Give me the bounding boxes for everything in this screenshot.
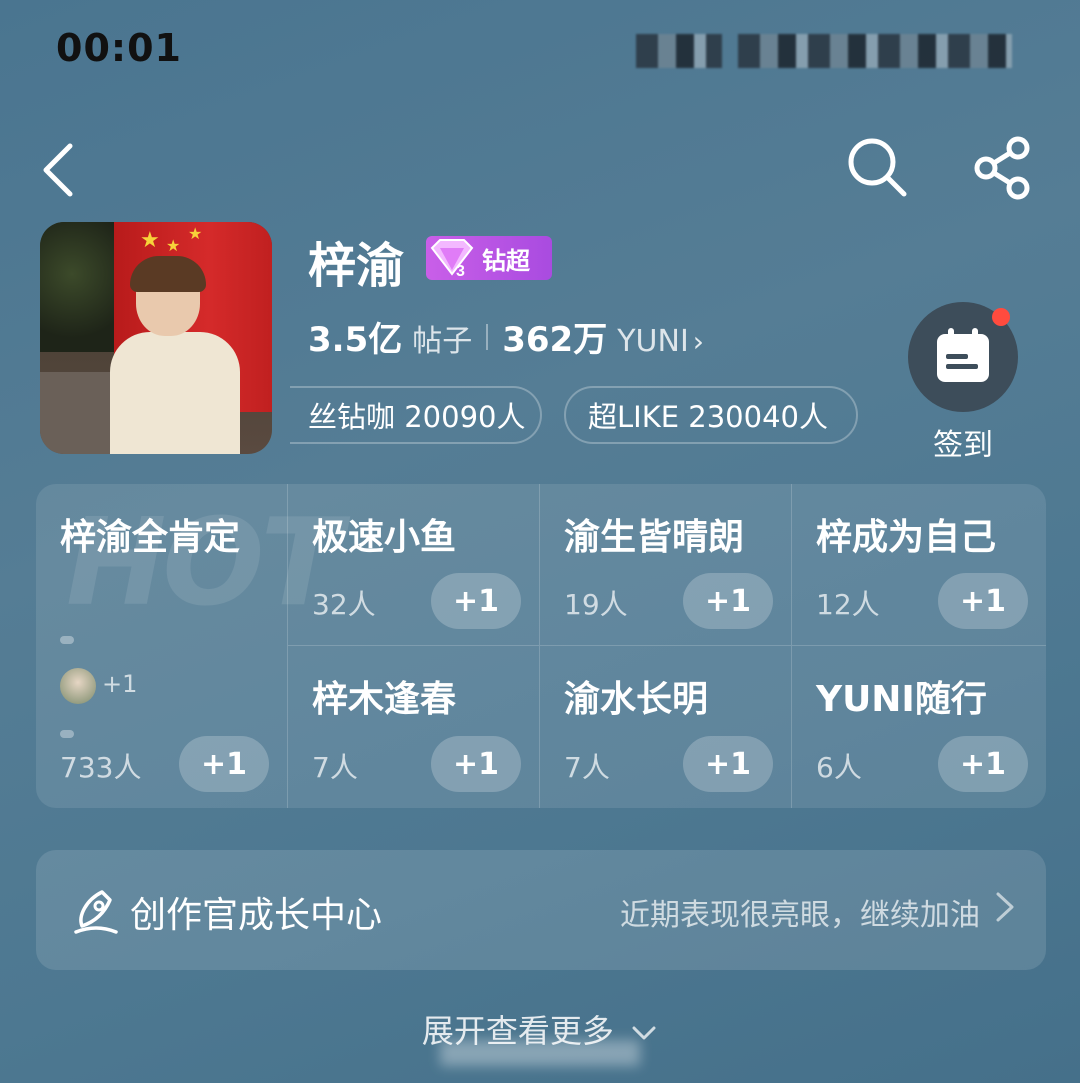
chevron-right-icon: › [692,325,704,358]
diamond-super-badge[interactable]: 3 钻超 [426,236,552,280]
tag-count: 6人 [816,751,862,784]
plus-one-button[interactable]: +1 [179,736,269,792]
fans-pill[interactable]: 丝钻咖 20090人 [290,386,542,444]
plus-one-button[interactable]: +1 [938,736,1028,792]
super-like-pill[interactable]: 超LIKE 230040人 [564,386,858,444]
diamond-icon: 3 [426,236,478,280]
posts-label: 帖子 [412,324,473,359]
posts-count: 3.5亿 [308,320,403,360]
back-arrow-icon [43,143,73,197]
mini-avatar-placeholder [60,636,74,644]
share-icon [974,136,1030,200]
tag-title: 梓成为自己 [816,517,997,558]
search-button[interactable] [844,134,910,200]
tag-card-featured[interactable]: 梓渝全肯定 +1 733人 +1 [36,484,288,808]
status-bar: 00:01 [0,0,1080,100]
tag-count: 733人 [60,751,142,784]
tag-count: 7人 [564,751,610,784]
tag-card[interactable]: 梓成为自己 12人 +1 [792,484,1046,646]
tag-title: 梓木逢春 [312,679,457,720]
tag-title: 渝生皆晴朗 [564,517,745,558]
tag-title: YUNI随行 [816,679,987,720]
status-time: 00:01 [56,26,182,70]
checkin-button[interactable] [908,302,1018,412]
growth-center-subtitle: 近期表现很亮眼，继续加油 [620,898,980,933]
star-icon: ★ [140,228,160,253]
avatar-tree [40,222,120,352]
tag-count: 32人 [312,588,376,621]
status-icons-blurred [738,34,1012,68]
tag-card[interactable]: 梓木逢春 7人 +1 [288,646,540,808]
stats-divider [486,323,489,350]
tag-card[interactable]: 渝水长明 7人 +1 [540,646,792,808]
community-name: 梓渝 [308,238,405,294]
back-button[interactable] [36,136,96,200]
status-icons-blurred [636,34,722,68]
tag-card[interactable]: 极速小鱼 32人 +1 [288,484,540,646]
mini-plus-count: +1 [102,670,138,698]
quill-icon [74,890,118,934]
tag-count: 19人 [564,588,628,621]
avatar [60,668,96,704]
svg-text:3: 3 [456,263,465,280]
chevron-right-icon [996,892,1014,922]
top-nav [0,130,1080,210]
mini-avatar-placeholder [60,730,74,738]
tag-count: 7人 [312,751,358,784]
tag-count: 12人 [816,588,880,621]
star-icon: ★ [188,224,203,243]
avatar-person-hair [130,256,206,292]
plus-one-button[interactable]: +1 [431,573,521,629]
plus-one-button[interactable]: +1 [938,573,1028,629]
plus-one-button[interactable]: +1 [683,573,773,629]
watermark-blur [440,1040,640,1066]
checkin-label: 签到 [933,428,993,463]
badge-label: 钻超 [482,246,530,275]
tag-title: 极速小鱼 [312,517,457,558]
star-icon: ★ [166,236,181,255]
avatar-person-body [110,332,240,454]
community-stats[interactable]: 3.5亿 帖子 362万 YUNI › [308,312,704,361]
plus-one-button[interactable]: +1 [431,736,521,792]
members-label: YUNI [617,324,689,359]
search-icon [848,138,907,197]
tag-card[interactable]: YUNI随行 6人 +1 [792,646,1046,808]
plus-one-button[interactable]: +1 [683,736,773,792]
members-count: 362万 [502,320,608,360]
community-avatar[interactable]: ★ ★ ★ [40,222,272,454]
hot-tags-grid: HOT 梓渝全肯定 +1 733人 +1 极速小鱼 32人 +1 渝生皆晴朗 1… [36,484,1046,808]
share-button[interactable] [970,134,1036,200]
growth-center-title: 创作官成长中心 [130,895,383,936]
tag-title: 渝水长明 [564,679,709,720]
creator-growth-center[interactable]: 创作官成长中心 近期表现很亮眼，继续加油 [36,850,1046,970]
tag-card[interactable]: 渝生皆晴朗 19人 +1 [540,484,792,646]
tag-title: 梓渝全肯定 [60,517,241,558]
notification-dot [992,308,1010,326]
